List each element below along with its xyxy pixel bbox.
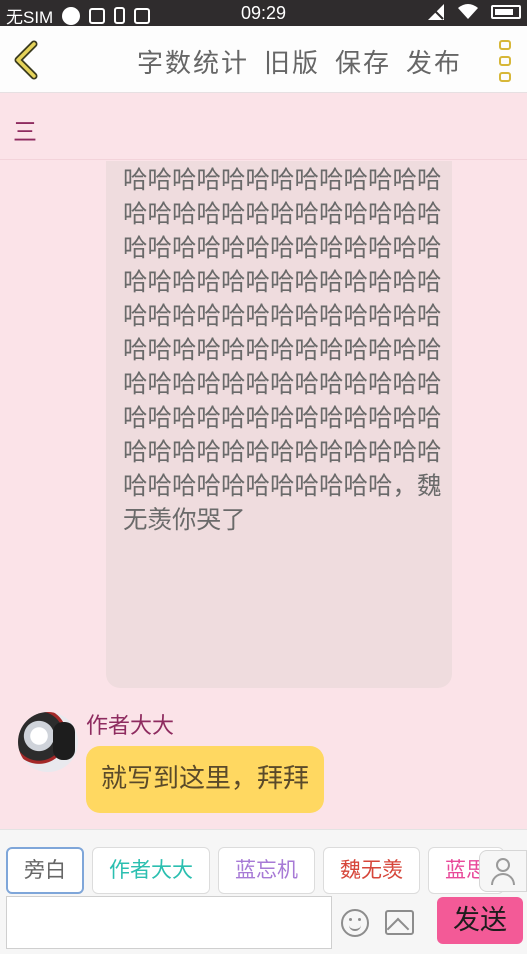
back-chevron-icon xyxy=(14,40,38,80)
character-manage-button[interactable] xyxy=(479,850,527,892)
editor-header: 字数统计 旧版 保存 发布 xyxy=(0,26,527,93)
no-signal-icon xyxy=(428,4,444,20)
author-message: 作者大大 就写到这里，拜拜 xyxy=(18,708,518,828)
author-bubble[interactable]: 就写到这里，拜拜 xyxy=(86,746,325,813)
emoji-icon[interactable] xyxy=(341,909,369,937)
word-count-button[interactable]: 字数统计 xyxy=(137,43,249,80)
character-chip-author[interactable]: 作者大大 xyxy=(92,847,210,894)
menu-button[interactable]: 三 xyxy=(13,112,37,147)
publish-button[interactable]: 发布 xyxy=(406,43,462,80)
battery-icon xyxy=(491,5,521,19)
narration-bubble[interactable]: 哈哈哈哈哈哈哈哈哈哈哈哈哈哈哈哈哈哈哈哈哈哈哈哈哈哈哈哈哈哈哈哈哈哈哈哈哈哈哈哈… xyxy=(106,161,452,688)
author-name: 作者大大 xyxy=(86,714,175,739)
sub-toolbar: 三 xyxy=(0,94,527,160)
more-dot xyxy=(499,40,511,50)
composer: 旁白 作者大大 蓝忘机 魏无羡 蓝思 发送 xyxy=(0,829,527,954)
character-chip-narrator[interactable]: 旁白 xyxy=(6,847,84,894)
image-icon[interactable] xyxy=(385,910,414,935)
more-dot xyxy=(499,72,511,82)
chat-area[interactable]: 哈哈哈哈哈哈哈哈哈哈哈哈哈哈哈哈哈哈哈哈哈哈哈哈哈哈哈哈哈哈哈哈哈哈哈哈哈哈哈哈… xyxy=(0,161,527,830)
wifi-icon xyxy=(458,4,478,19)
header-actions: 字数统计 旧版 保存 发布 xyxy=(137,43,462,80)
character-chip-weiwuxian[interactable]: 魏无羡 xyxy=(323,847,420,894)
character-label: 作者大大 xyxy=(109,858,193,882)
more-button[interactable] xyxy=(499,40,515,82)
status-bar: 无SIM 09:29 xyxy=(0,0,527,27)
more-dot xyxy=(499,56,511,66)
character-chip-lanwangji[interactable]: 蓝忘机 xyxy=(218,847,315,894)
character-label: 旁白 xyxy=(24,858,66,882)
status-right xyxy=(427,3,521,21)
send-button[interactable]: 发送 xyxy=(437,897,523,944)
character-label: 魏无羡 xyxy=(340,858,403,882)
back-button[interactable] xyxy=(8,38,50,82)
character-list: 旁白 作者大大 蓝忘机 魏无羡 蓝思 xyxy=(6,847,504,894)
character-label: 蓝忘机 xyxy=(235,858,298,882)
avatar[interactable] xyxy=(18,712,78,772)
save-button[interactable]: 保存 xyxy=(335,43,391,80)
old-version-button[interactable]: 旧版 xyxy=(264,43,320,80)
message-input[interactable] xyxy=(6,896,332,949)
